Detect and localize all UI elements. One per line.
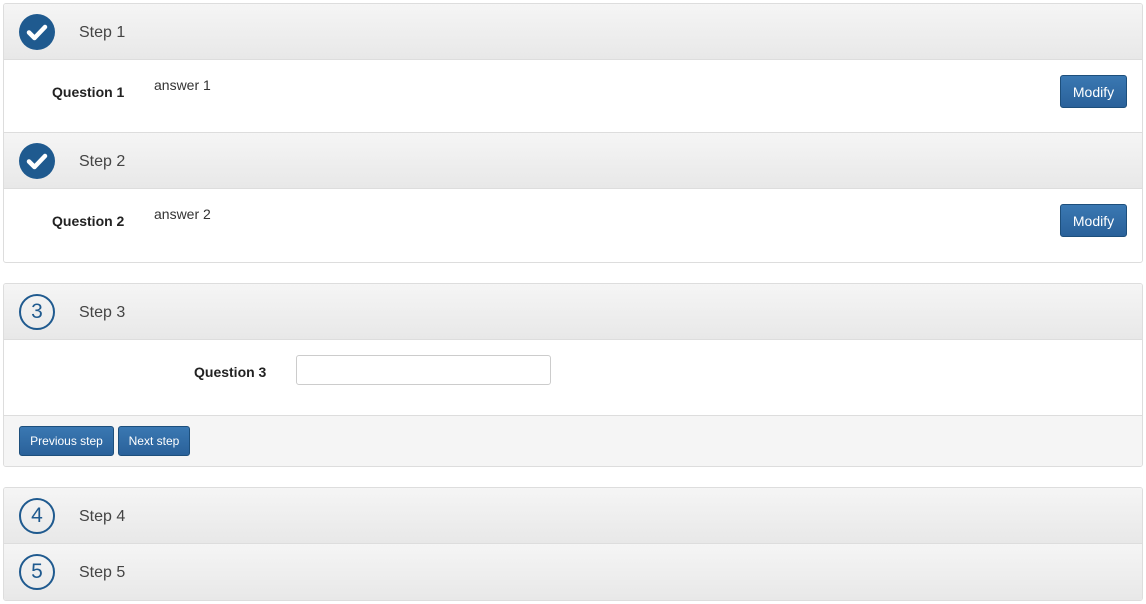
step-3-title: Step 3	[79, 304, 126, 321]
step-3-header: 3 Step 3	[4, 284, 1142, 340]
next-step-button[interactable]: Next step	[118, 426, 190, 456]
step-5-number-badge: 5	[19, 554, 55, 590]
step-3-footer: Previous step Next step	[4, 416, 1142, 466]
step-5-title: Step 5	[79, 564, 126, 581]
step-2-title: Step 2	[79, 153, 126, 170]
step-2-check-icon	[19, 143, 55, 179]
step-1-header[interactable]: Step 1	[4, 4, 1142, 60]
previous-step-button[interactable]: Previous step	[19, 426, 114, 456]
pending-steps-panel: 4 Step 4 5 Step 5	[3, 487, 1143, 601]
step-5-header: 5 Step 5	[4, 544, 1142, 600]
step-1-check-icon	[19, 14, 55, 50]
current-step-panel: 3 Step 3 Question 3 Previous step Next s…	[3, 283, 1143, 467]
step-3-number-badge: 3	[19, 294, 55, 330]
question-2-label: Question 2	[52, 213, 125, 229]
step-2-summary: Question 2 answer 2 Modify	[4, 189, 1142, 261]
step-4-number-badge: 4	[19, 498, 55, 534]
step-3-form: Question 3	[4, 340, 1142, 416]
step-1-title: Step 1	[79, 24, 126, 41]
question-1-label: Question 1	[52, 84, 125, 100]
wizard-page: Step 1 Question 1 answer 1 Modify Step 2…	[0, 0, 1146, 604]
modify-step-2-button[interactable]: Modify	[1060, 204, 1127, 237]
modify-step-1-button[interactable]: Modify	[1060, 75, 1127, 108]
answer-1-value: answer 1	[154, 77, 211, 93]
step-4-header: 4 Step 4	[4, 488, 1142, 544]
step-2-header[interactable]: Step 2	[4, 133, 1142, 189]
completed-steps-panel: Step 1 Question 1 answer 1 Modify Step 2…	[3, 3, 1143, 263]
answer-2-value: answer 2	[154, 206, 211, 222]
question-3-label: Question 3	[194, 364, 267, 380]
question-3-input[interactable]	[296, 355, 551, 385]
step-4-title: Step 4	[79, 508, 126, 525]
step-1-summary: Question 1 answer 1 Modify	[4, 60, 1142, 133]
